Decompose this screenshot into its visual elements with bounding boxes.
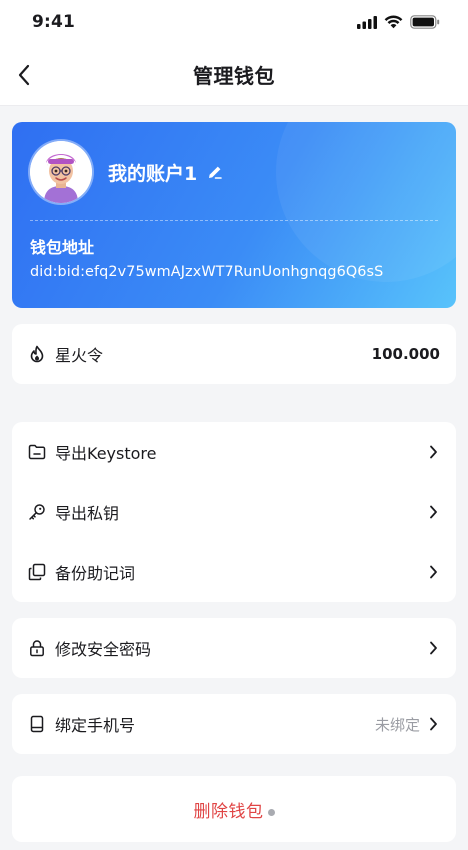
copy-icon xyxy=(28,563,46,581)
export-private-key-row[interactable]: 导出私钥 xyxy=(12,482,456,542)
nav-bar: 管理钱包 xyxy=(0,44,468,106)
content: 我的账户1 钱包地址 did:bid:efq2v75wmAJzxWT7RunUo… xyxy=(0,106,468,842)
wallet-card: 我的账户1 钱包地址 did:bid:efq2v75wmAJzxWT7RunUo… xyxy=(12,122,456,308)
bind-phone-status: 未绑定 xyxy=(374,715,420,734)
export-private-key-label: 导出私钥 xyxy=(55,504,120,523)
wifi-icon xyxy=(384,15,403,29)
bind-phone-row[interactable]: 绑定手机号 未绑定 xyxy=(12,694,456,754)
flame-icon xyxy=(28,345,46,363)
chevron-left-icon xyxy=(18,64,30,85)
change-password-row[interactable]: 修改安全密码 xyxy=(12,618,456,678)
signal-icon xyxy=(357,15,377,29)
token-row[interactable]: 星火令 100.000 xyxy=(12,324,456,384)
avatar[interactable] xyxy=(30,141,92,203)
edit-name-button[interactable] xyxy=(207,164,223,180)
account-header: 我的账户1 xyxy=(30,140,438,204)
avatar-image xyxy=(30,141,92,203)
card-divider xyxy=(30,220,438,221)
change-password-label: 修改安全密码 xyxy=(55,640,152,659)
bind-phone-label: 绑定手机号 xyxy=(55,716,136,735)
chevron-right-icon xyxy=(426,717,440,731)
security-panel: 修改安全密码 xyxy=(12,618,456,678)
chevron-right-icon xyxy=(426,565,440,579)
lock-icon xyxy=(28,639,46,657)
folder-icon xyxy=(28,443,46,461)
wallet-address[interactable]: did:bid:efq2v75wmAJzxWT7RunUonhgnqg6Q6sS xyxy=(30,264,438,280)
delete-wallet-label: 删除钱包 xyxy=(193,801,264,822)
token-label: 星火令 xyxy=(55,346,104,365)
backup-mnemonic-row[interactable]: 备份助记词 xyxy=(12,542,456,602)
chevron-right-icon xyxy=(426,505,440,519)
status-time: 9:41 xyxy=(32,12,76,32)
export-panel: 导出Keystore 导出私钥 备份助记词 xyxy=(12,422,456,602)
export-keystore-label: 导出Keystore xyxy=(55,444,157,463)
phone-panel: 绑定手机号 未绑定 xyxy=(12,694,456,754)
status-bar: 9:41 xyxy=(0,0,468,44)
chevron-right-icon xyxy=(426,445,440,459)
phone-icon xyxy=(28,715,46,733)
delete-wallet-button[interactable]: 删除钱包 xyxy=(12,776,456,842)
back-button[interactable] xyxy=(12,63,36,87)
status-icons xyxy=(357,15,440,29)
token-panel: 星火令 100.000 xyxy=(12,324,456,384)
key-icon xyxy=(28,503,46,521)
account-name-row: 我的账户1 xyxy=(108,159,223,186)
page-title: 管理钱包 xyxy=(193,64,275,88)
loading-dot xyxy=(267,808,275,816)
address-label: 钱包地址 xyxy=(30,238,95,257)
battery-icon xyxy=(410,15,440,29)
export-keystore-row[interactable]: 导出Keystore xyxy=(12,422,456,482)
account-name: 我的账户1 xyxy=(108,162,198,185)
chevron-right-icon xyxy=(426,641,440,655)
backup-mnemonic-label: 备份助记词 xyxy=(55,564,136,583)
token-value: 100.000 xyxy=(371,345,440,363)
pencil-icon xyxy=(209,166,223,179)
